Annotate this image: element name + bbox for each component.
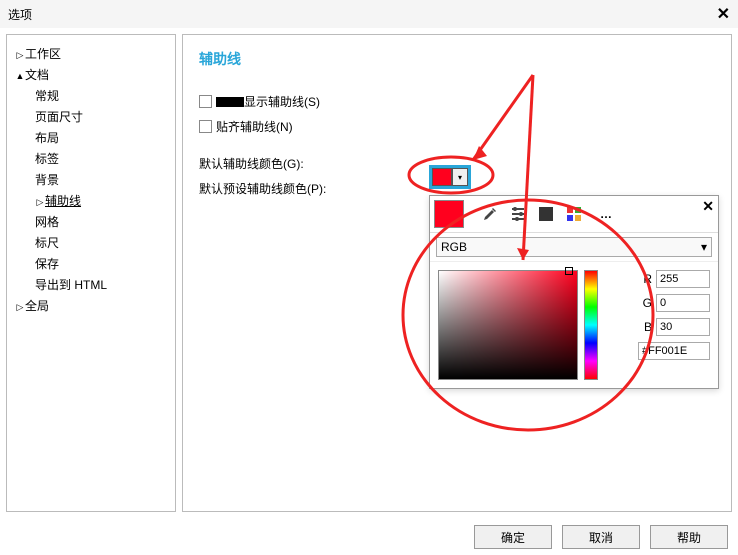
chevron-down-icon[interactable]: ▾ [452, 168, 468, 186]
sv-cursor[interactable] [565, 267, 573, 275]
hex-input[interactable] [638, 342, 710, 360]
default-color-label: 默认辅助线颜色(G): [199, 155, 304, 172]
hue-slider[interactable] [584, 270, 598, 380]
tree-item[interactable]: 常规 [11, 85, 171, 106]
color-swatch [432, 168, 452, 186]
panel-heading: 辅助线 [199, 49, 715, 69]
show-guides-checkbox[interactable] [199, 95, 212, 108]
show-guides-label: 显示辅助线(S) [244, 93, 320, 110]
g-label: G [638, 296, 652, 310]
tree-item[interactable]: 背景 [11, 169, 171, 190]
r-label: R [638, 272, 652, 286]
g-input[interactable] [656, 294, 710, 312]
saturation-value-field[interactable] [438, 270, 578, 380]
b-input[interactable] [656, 318, 710, 336]
tree-item[interactable]: 页面尺寸 [11, 106, 171, 127]
snap-guides-label: 贴齐辅助线(N) [216, 118, 293, 135]
eyedropper-icon[interactable] [478, 202, 502, 226]
chevron-down-icon: ▾ [701, 240, 707, 254]
cancel-button[interactable]: 取消 [562, 525, 640, 549]
sliders-icon[interactable] [506, 202, 530, 226]
tree-item[interactable]: 保存 [11, 253, 171, 274]
palette-icon[interactable] [534, 202, 558, 226]
tree-item[interactable]: 布局 [11, 127, 171, 148]
r-input[interactable] [656, 270, 710, 288]
nav-tree: ▷工作区 ▲文档 常规 页面尺寸 布局 标签 背景 ▷辅助线 网格 标尺 保存 … [6, 34, 176, 512]
b-label: B [638, 320, 652, 334]
settings-panel: 辅助线 显示辅助线(S) 贴齐辅助线(N) 默认辅助线颜色(G): 默认预设辅助… [182, 34, 732, 512]
tree-item[interactable]: 网格 [11, 211, 171, 232]
tree-item[interactable]: 标尺 [11, 232, 171, 253]
tree-workspace[interactable]: ▷工作区 [11, 43, 171, 64]
preset-color-label: 默认预设辅助线颜色(P): [199, 180, 326, 197]
ok-button[interactable]: 确定 [474, 525, 552, 549]
color-dropdown[interactable]: ▾ [429, 165, 471, 189]
tree-item-guides[interactable]: ▷辅助线 [11, 190, 171, 211]
picker-close-icon[interactable]: ✕ [702, 198, 714, 215]
snap-guides-checkbox[interactable] [199, 120, 212, 133]
color-mode-select[interactable]: RGB▾ [436, 237, 712, 257]
window-title: 选项 [8, 6, 32, 23]
current-color-swatch [434, 200, 464, 228]
help-button[interactable]: 帮助 [650, 525, 728, 549]
redacted-icon [216, 97, 244, 107]
more-icon[interactable]: … [594, 202, 618, 226]
grid-icon[interactable] [562, 202, 586, 226]
tree-document[interactable]: ▲文档 [11, 64, 171, 85]
tree-item[interactable]: 导出到 HTML [11, 274, 171, 295]
tree-item[interactable]: 标签 [11, 148, 171, 169]
color-picker-popup: … ✕ RGB▾ R G B [429, 195, 719, 389]
tree-global[interactable]: ▷全局 [11, 295, 171, 316]
close-icon[interactable]: ✕ [717, 4, 730, 24]
